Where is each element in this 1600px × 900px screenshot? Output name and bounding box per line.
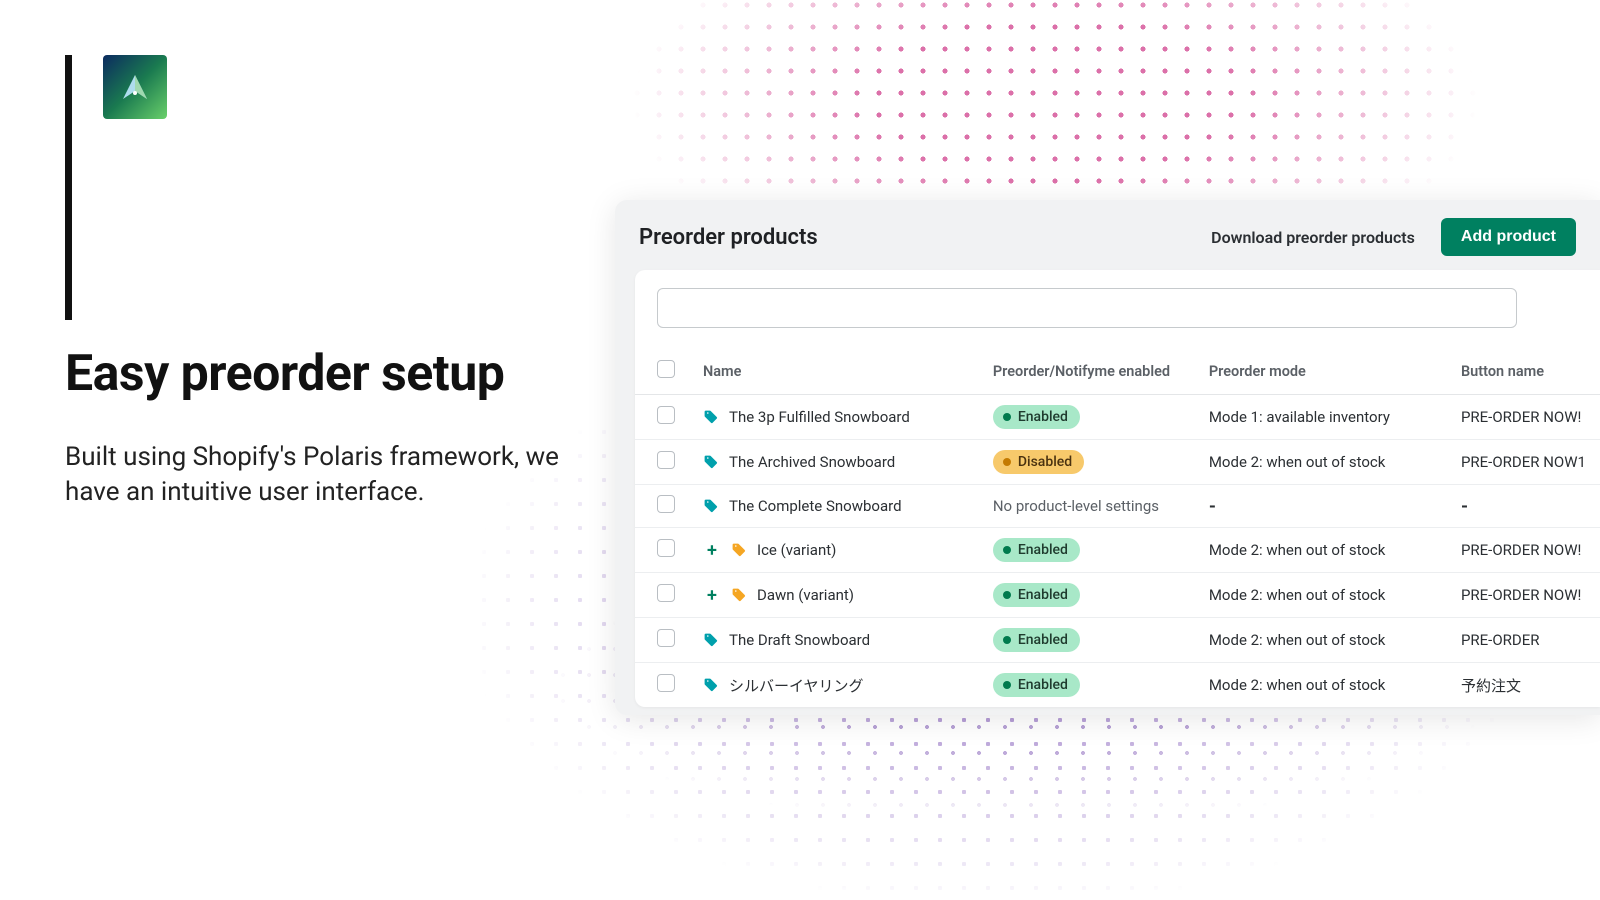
marketing-headline: Easy preorder setup (65, 345, 504, 403)
products-table: Name Preorder/Notifyme enabled Preorder … (635, 350, 1600, 707)
price-tag-icon (703, 677, 719, 693)
status-label: Enabled (1018, 632, 1068, 648)
product-name: Dawn (variant) (757, 586, 854, 604)
status-label: Enabled (1018, 587, 1068, 603)
products-card: Name Preorder/Notifyme enabled Preorder … (635, 270, 1600, 707)
expand-variant-icon[interactable]: + (703, 585, 721, 606)
price-tag-icon (703, 454, 719, 470)
column-header-name: Name (689, 350, 979, 395)
expand-variant-icon[interactable]: + (703, 540, 721, 561)
search-input[interactable] (657, 288, 1517, 328)
preorder-mode: Mode 2: when out of stock (1209, 586, 1386, 604)
preorder-mode: Mode 2: when out of stock (1209, 676, 1386, 694)
price-tag-icon (731, 542, 747, 558)
app-logo (103, 55, 167, 119)
product-name: The 3p Fulfilled Snowboard (729, 408, 910, 426)
row-checkbox[interactable] (657, 495, 675, 513)
product-name: The Complete Snowboard (729, 497, 902, 515)
row-checkbox[interactable] (657, 584, 675, 602)
table-row[interactable]: The Complete Snowboard No product-level s… (635, 485, 1600, 528)
status-label: Enabled (1018, 677, 1068, 693)
status-dot-icon (1003, 591, 1011, 599)
status-badge: Disabled (993, 450, 1084, 474)
status-dot-icon (1003, 681, 1011, 689)
table-row[interactable]: The 3p Fulfilled Snowboard Enabled Mode 1:… (635, 395, 1600, 440)
rocket-leaf-icon (115, 67, 155, 107)
status-label: No product-level settings (993, 497, 1159, 515)
table-row[interactable]: + Dawn (variant) Enabled Mode 2: when out o… (635, 573, 1600, 618)
select-all-checkbox[interactable] (657, 360, 675, 378)
status-badge: Enabled (993, 538, 1080, 562)
download-preorder-products-link[interactable]: Download preorder products (1197, 220, 1429, 255)
status-label: Enabled (1018, 409, 1068, 425)
row-checkbox[interactable] (657, 406, 675, 424)
preorder-mode: Mode 2: when out of stock (1209, 631, 1386, 649)
status-dot-icon (1003, 458, 1011, 466)
status-label: Enabled (1018, 542, 1068, 558)
column-header-mode: Preorder mode (1195, 350, 1447, 395)
price-tag-icon (731, 587, 747, 603)
price-tag-icon (703, 498, 719, 514)
row-checkbox[interactable] (657, 451, 675, 469)
button-name-value: 予約注文 (1461, 677, 1521, 695)
preorder-mode: Mode 2: when out of stock (1209, 541, 1386, 559)
table-row[interactable]: + Ice (variant) Enabled Mode 2: when out of… (635, 528, 1600, 573)
row-checkbox[interactable] (657, 539, 675, 557)
price-tag-icon (703, 409, 719, 425)
column-header-status: Preorder/Notifyme enabled (979, 350, 1195, 395)
status-badge: Enabled (993, 405, 1080, 429)
preorder-products-panel: Preorder products Download preorder prod… (615, 200, 1600, 715)
product-name: The Archived Snowboard (729, 453, 895, 471)
row-checkbox[interactable] (657, 674, 675, 692)
button-name-value: PRE-ORDER (1461, 631, 1540, 649)
status-dot-icon (1003, 546, 1011, 554)
preorder-mode: Mode 1: available inventory (1209, 408, 1390, 426)
accent-bar (65, 55, 72, 320)
button-name-value: PRE-ORDER NOW! (1461, 408, 1581, 426)
table-row[interactable]: シルバーイヤリング Enabled Mode 2: when out of stoc… (635, 663, 1600, 708)
table-row[interactable]: The Archived Snowboard Disabled Mode 2: wh… (635, 440, 1600, 485)
button-name-value: ‑ (1461, 496, 1468, 517)
product-name: シルバーイヤリング (729, 675, 864, 696)
row-checkbox[interactable] (657, 629, 675, 647)
product-name: The Draft Snowboard (729, 631, 870, 649)
button-name-value: PRE-ORDER NOW! (1461, 541, 1581, 559)
panel-title: Preorder products (639, 225, 1197, 250)
button-name-value: PRE-ORDER NOW! (1461, 586, 1581, 604)
price-tag-icon (703, 632, 719, 648)
status-badge: Enabled (993, 673, 1080, 697)
table-row[interactable]: The Draft Snowboard Enabled Mode 2: when o… (635, 618, 1600, 663)
status-dot-icon (1003, 636, 1011, 644)
marketing-subtext: Built using Shopify's Polaris framework,… (65, 440, 585, 510)
status-label: Disabled (1018, 454, 1072, 470)
product-name: Ice (variant) (757, 541, 836, 559)
preorder-mode: ‑ (1209, 496, 1216, 517)
add-product-button[interactable]: Add product (1441, 218, 1576, 256)
status-badge: Enabled (993, 583, 1080, 607)
preorder-mode: Mode 2: when out of stock (1209, 453, 1386, 471)
column-header-button-name: Button name (1447, 350, 1600, 395)
status-badge: Enabled (993, 628, 1080, 652)
button-name-value: PRE-ORDER NOW1 (1461, 453, 1586, 471)
status-dot-icon (1003, 413, 1011, 421)
